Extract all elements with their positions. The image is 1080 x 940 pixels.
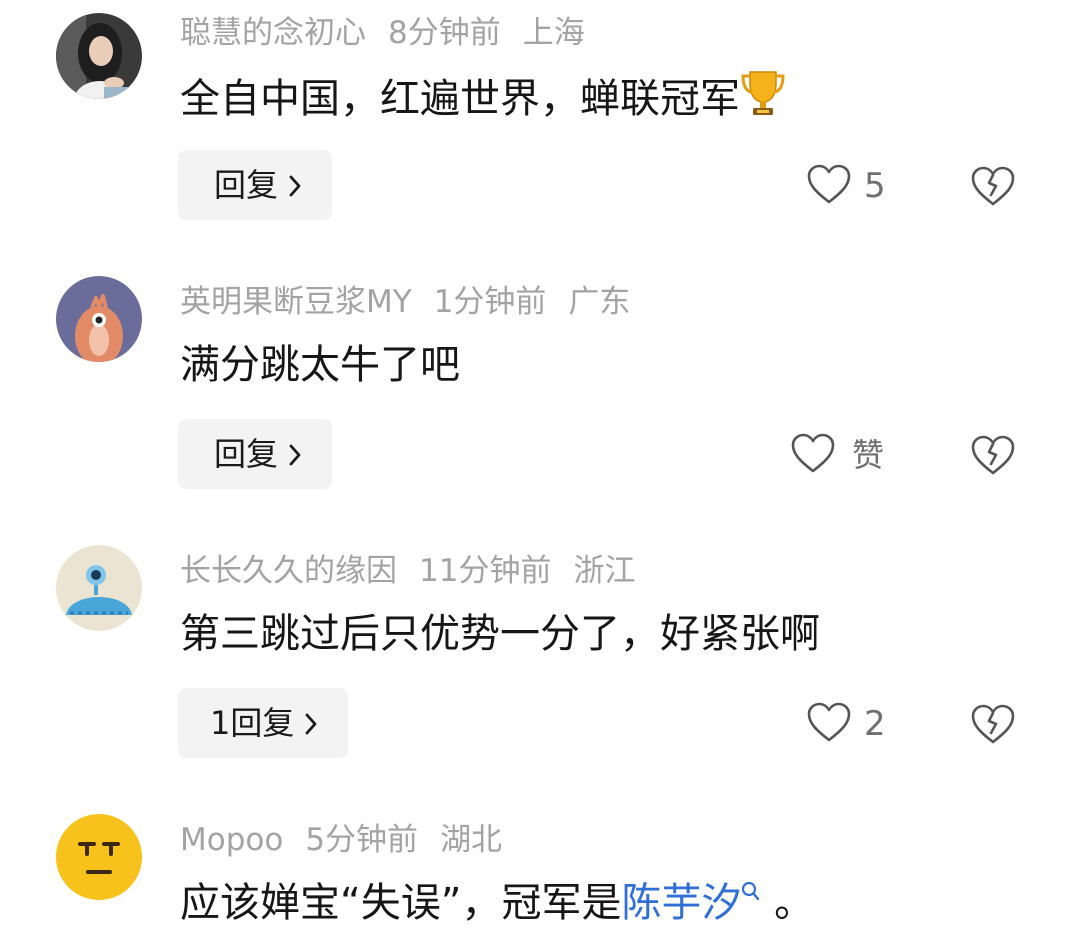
comment-text-suffix: 。 (761, 880, 815, 926)
comment-text: 第三跳过后只优势一分了，好紧张啊 (180, 606, 820, 662)
comment-text-content: 全自中国，红遍世界，蝉联冠军 (180, 76, 740, 122)
comment-item: 聪慧的念初心 8分钟前 上海 全自中国，红遍世界，蝉联冠军 回复 5 (0, 13, 1080, 233)
broken-heart-icon (970, 435, 1016, 480)
username[interactable]: 英明果断豆浆MY (180, 284, 412, 320)
comment-item: 英明果断豆浆MY 1分钟前 广东 满分跳太牛了吧 回复 赞 (0, 276, 1080, 502)
avatar[interactable] (56, 13, 142, 99)
comment-meta: 英明果断豆浆MY 1分钟前 广东 (180, 282, 652, 322)
heart-icon (790, 432, 836, 478)
comment-time: 5分钟前 (305, 822, 419, 858)
comment-item: Mopoo 5分钟前 湖北 应该婵宝“失误”，冠军是陈芋汐 。 (0, 814, 1080, 940)
avatar-photo (56, 13, 142, 99)
avatar[interactable] (56, 545, 142, 631)
search-icon[interactable] (741, 880, 761, 926)
comment-text: 应该婵宝“失误”，冠军是陈芋汐 。 (180, 875, 814, 931)
heart-icon (806, 163, 852, 209)
reply-label: 1回复 (210, 704, 295, 742)
like-button[interactable]: 5 (806, 163, 886, 209)
dislike-button[interactable] (970, 703, 1016, 745)
comment-location: 湖北 (440, 822, 503, 858)
reply-label: 回复 (214, 166, 279, 204)
search-link[interactable]: 陈芋汐 (621, 880, 741, 926)
avatar-cartoon (56, 545, 142, 631)
avatar-cartoon (56, 276, 142, 362)
chevron-right-icon (304, 690, 318, 760)
comment-text: 满分跳太牛了吧 (180, 337, 460, 393)
like-button[interactable]: 赞 (790, 432, 884, 478)
comment-meta: Mopoo 5分钟前 湖北 (180, 820, 524, 860)
comment-meta: 长长久久的缘因 11分钟前 浙江 (180, 551, 657, 591)
heart-icon (806, 701, 852, 747)
broken-heart-icon (970, 704, 1016, 749)
comment-meta: 聪慧的念初心 8分钟前 上海 (180, 13, 607, 53)
reply-button[interactable]: 回复 (178, 419, 333, 491)
like-count: 5 (864, 166, 886, 206)
comment-time: 1分钟前 (433, 284, 547, 320)
like-count: 2 (864, 704, 886, 744)
dislike-button[interactable] (970, 434, 1016, 476)
chevron-right-icon (288, 152, 302, 222)
username[interactable]: Mopoo (180, 822, 283, 858)
comment-text-content: 满分跳太牛了吧 (180, 342, 460, 388)
comment-text-content: 第三跳过后只优势一分了，好紧张啊 (180, 611, 820, 657)
comment-time: 8分钟前 (388, 15, 501, 51)
comment-time: 11分钟前 (419, 553, 552, 589)
avatar-emoji (56, 814, 142, 900)
username[interactable]: 聪慧的念初心 (180, 15, 366, 51)
broken-heart-icon (970, 166, 1016, 211)
trophy-icon (740, 71, 786, 122)
reply-label: 回复 (214, 435, 279, 473)
chevron-right-icon (288, 421, 302, 491)
dislike-button[interactable] (970, 165, 1016, 207)
avatar[interactable] (56, 814, 142, 900)
like-count: 赞 (852, 436, 885, 474)
username[interactable]: 长长久久的缘因 (180, 553, 397, 589)
avatar[interactable] (56, 276, 142, 362)
comment-text: 全自中国，红遍世界，蝉联冠军 (180, 68, 786, 127)
comment-item: 长长久久的缘因 11分钟前 浙江 第三跳过后只优势一分了，好紧张啊 1回复 2 (0, 545, 1080, 771)
comment-location: 广东 (568, 284, 631, 320)
comment-location: 浙江 (573, 553, 636, 589)
comment-location: 上海 (522, 15, 585, 51)
comment-text-content: 应该婵宝“失误”，冠军是 (180, 880, 622, 926)
reply-button[interactable]: 回复 (178, 150, 333, 222)
like-button[interactable]: 2 (806, 701, 886, 747)
reply-button[interactable]: 1回复 (178, 688, 349, 760)
